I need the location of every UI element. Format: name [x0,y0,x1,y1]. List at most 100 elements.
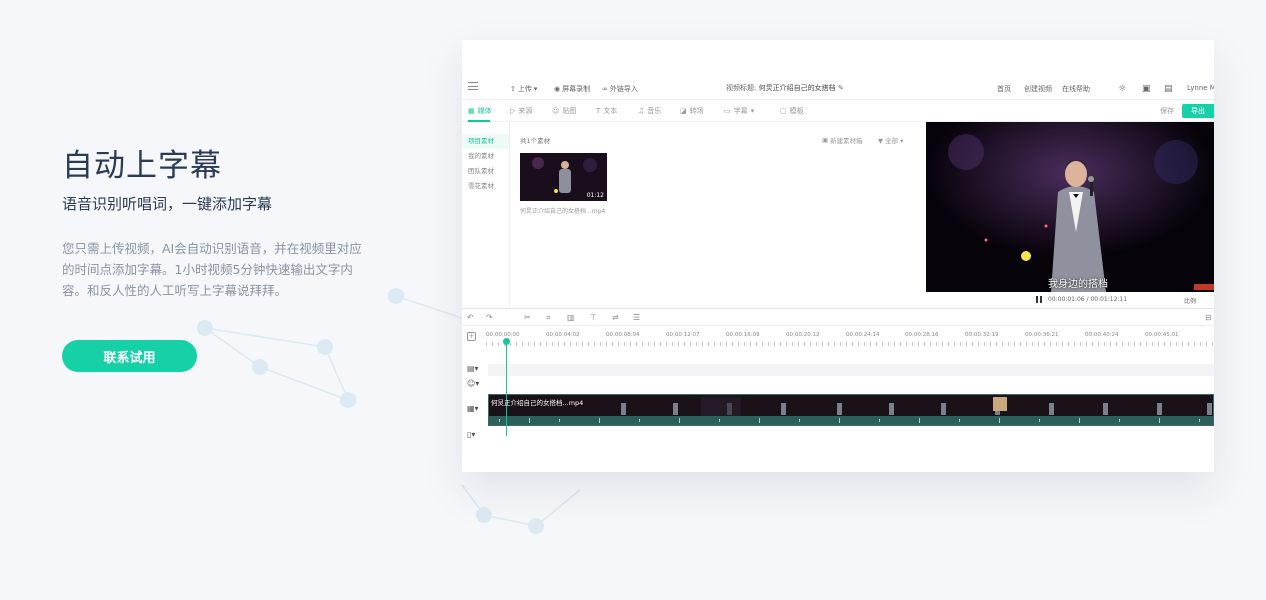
tab-music[interactable]: ♫ 音乐 [638,106,661,116]
ruler-tick-label: 00:00:16:09 [726,332,760,338]
timeline-playhead[interactable] [506,338,507,436]
sticker-track-icon[interactable]: ☺▾ [467,379,479,388]
transition-icon: ◪ [680,107,687,115]
undo-icon[interactable]: ↶ [467,313,474,322]
chat-icon[interactable]: ▣ [1142,84,1151,94]
tab-source[interactable]: ▷ 来源 [510,106,532,116]
export-button[interactable]: 导出 [1182,104,1214,118]
video-preview[interactable]: 我身边的搭档 [926,122,1214,292]
hero-title: 自动上字幕 [62,148,222,184]
playhead-handle[interactable] [503,338,510,345]
ruler-tick-label: 00:00:24:14 [846,332,880,338]
ruler-ticks [486,342,1214,346]
ruler-tick-label: 00:00:04:02 [546,332,580,338]
crop-icon[interactable]: ⌗ [546,313,551,323]
waveform-bars [499,418,1200,423]
pause-icon[interactable] [1036,296,1042,303]
sidebar-item-snow-assets[interactable]: 雪花素材 [462,179,509,194]
tab-text[interactable]: T 文本 [596,106,617,116]
tab-stickers[interactable]: ☺ 贴图 [552,106,576,116]
grid-icon: ▦ [468,107,475,115]
chevron-down-icon: ▾ [900,137,904,145]
text-track[interactable] [488,364,1214,376]
text-icon: T [596,107,601,115]
template-icon: ▢ [780,107,787,115]
save-button[interactable]: 保存 [1160,106,1174,116]
asset-count: 共1个素材 [520,137,551,145]
screen-record-button[interactable]: ◉ 屏幕录制 [554,84,590,94]
sidebar-item-my-assets[interactable]: 我的素材 [462,149,509,164]
settings-icon[interactable]: ⊟ [1205,313,1212,322]
ruler-tick-label: 00:00:20:12 [786,332,820,338]
user-name[interactable]: Lynne M [1187,84,1214,92]
sidebar-item-team-assets[interactable]: 团队素材 [462,164,509,179]
asset-file-name: 何炅正介绍自己的女搭档...mp4 [520,208,606,215]
new-folder-button[interactable]: ▣ 新建素材箱 [822,135,863,145]
tab-template[interactable]: ▢ 模板 [780,106,804,116]
smile-icon: ☺ [552,107,560,115]
preview-controls: 00:00:01:06 / 00:01:12:11 比例 [926,292,1214,308]
playback-time: 00:00:01:06 / 00:01:12:11 [1048,296,1128,303]
timeline-edit-toolbar: ↶ ↷ ✂ ⌗ ▥ ⊤ ⇌ ☰ ⊟ [462,308,1214,326]
sticker-track[interactable] [488,379,1214,391]
mic-icon: ◉ [554,85,561,93]
video-track-icon[interactable]: ▦▾ [467,404,479,413]
hero-description: 您只需上传视频，AI会自动识别语音，并在视频里对应的时间点添加字幕。1小时视频5… [62,241,362,298]
redo-icon[interactable]: ↷ [486,313,493,322]
play-square-icon: ▷ [510,107,516,115]
ruler-tick-label: 00:00:32:19 [965,332,999,338]
nav-home[interactable]: 首页 [997,84,1011,94]
nav-help[interactable]: 在线帮助 [1062,84,1090,94]
media-tab-bar: ▦ 媒体 ▷ 来源 ☺ 贴图 T 文本 ♫ 音乐 ◪ 转场 ▭ 字幕 ▾ ▢ 模板 保存 导出 [462,100,1214,122]
hamburger-menu-icon[interactable] [468,82,478,90]
ruler-tick-label: 00:00:36:21 [1025,332,1059,338]
editor-window-screenshot: ⇧ 上传 ▾ ◉ 屏幕录制 ∞ 外链导入 视频标题: 何炅正介绍自己的女搭档 ✎ 首页 … [462,40,1214,472]
filter-dropdown[interactable]: ▼ 全部 ▾ [878,135,903,145]
ruler-tick-label: 00:00:40:24 [1085,332,1119,338]
scissors-icon[interactable]: ✂ [524,313,531,322]
stage-performer-frame [926,122,1214,292]
music-icon: ♫ [638,107,645,115]
audio-track-icon[interactable]: ▯▾ [467,430,475,439]
timeline-ruler[interactable]: + 00:00:00:00 00:00:04:02 00:00:08:04 00… [462,326,1214,346]
tab-subtitles[interactable]: ▭ 字幕 ▾ [724,106,754,116]
nav-create-video[interactable]: 创建视频 [1024,84,1052,94]
upload-button[interactable]: ⇧ 上传 ▾ [510,84,537,94]
subtitle-caption: 我身边的搭档 [1048,279,1108,290]
ruler-tick-label: 00:00:08:04 [606,332,640,338]
pencil-icon[interactable]: ✎ [838,84,844,92]
audio-waveform [489,416,1213,425]
asset-category-sidebar: 项目素材 我的素材 团队素材 雪花素材 [462,122,510,308]
tab-transition[interactable]: ◪ 转场 [680,106,704,116]
subtitle-icon: ▭ [724,107,731,115]
hero-subtitle: 语音识别听唱词，一键添加字幕 [62,195,273,213]
link-icon: ∞ [602,85,608,93]
ruler-tick-label: 00:00:28:16 [905,332,939,338]
text-track-icon[interactable]: ▤▾ [467,364,479,373]
contact-trial-button[interactable]: 联系试用 [62,340,197,372]
upload-icon: ⇧ [510,85,516,93]
video-title[interactable]: 视频标题: 何炅正介绍自己的女搭档 ✎ [726,83,844,93]
chevron-down-icon: ▾ [750,107,755,115]
sidebar-item-project-assets[interactable]: 项目素材 [462,134,509,149]
ruler-tick-label: 00:00:12:07 [666,332,700,338]
split-icon[interactable]: ⊤ [590,313,597,322]
clip-name: 何炅正介绍自己的女搭档...mp4 [491,399,584,407]
trash-icon[interactable]: ▥ [567,313,575,322]
ruler-tick-label: 00:00:00:00 [486,332,520,338]
notification-icon[interactable]: ▤ [1164,84,1173,94]
link-import-button[interactable]: ∞ 外链导入 [602,84,638,94]
folder-icon: ▣ [822,136,829,144]
video-clip[interactable]: 何炅正介绍自己的女搭档...mp4 [488,394,1214,426]
hero-section: 自动上字幕 语音识别听唱词，一键添加字幕 您只需上传视频，AI会自动识别语音，并… [62,148,382,372]
chevron-down-icon: ▾ [533,85,538,93]
asset-thumbnail[interactable]: 01:12 [520,153,607,201]
add-track-icon[interactable]: + [467,332,476,341]
sun-icon[interactable]: ☼ [1118,84,1126,94]
asset-duration: 01:12 [586,192,604,199]
tab-media[interactable]: ▦ 媒体 [468,106,492,116]
asset-panel: 共1个素材 ▣ 新建素材箱 ▼ 全部 ▾ 01:12 何炅正介绍自己的女搭档...… [510,122,926,308]
list-icon[interactable]: ☰ [633,313,640,322]
merge-icon[interactable]: ⇌ [612,313,619,322]
aspect-ratio-button[interactable]: 比例 [1184,296,1196,305]
